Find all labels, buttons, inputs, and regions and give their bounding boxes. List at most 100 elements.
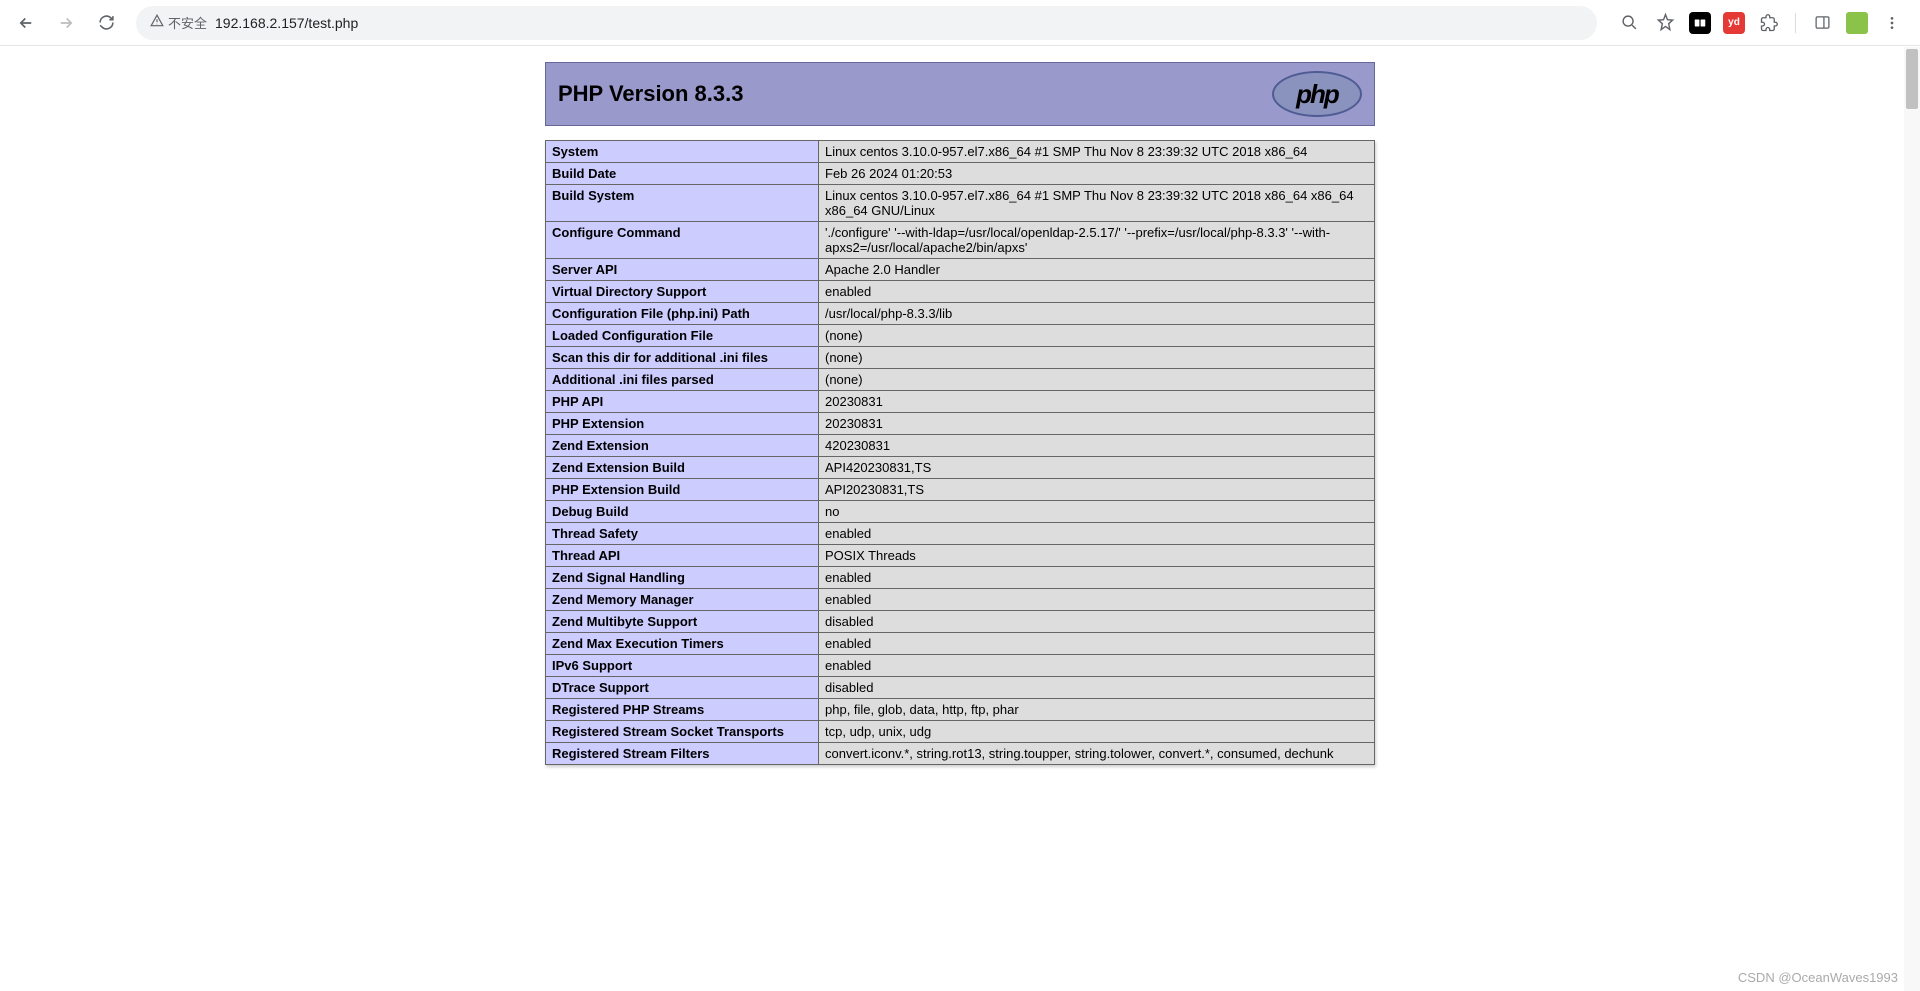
toolbar-divider: [1795, 13, 1796, 33]
table-row: Zend Multibyte Supportdisabled: [546, 611, 1375, 633]
row-label: PHP Extension Build: [546, 479, 819, 501]
table-row: Registered Stream Socket Transportstcp, …: [546, 721, 1375, 743]
row-value: API420230831,TS: [819, 457, 1375, 479]
scrollbar-thumb[interactable]: [1906, 49, 1918, 109]
table-row: Loaded Configuration File(none): [546, 325, 1375, 347]
row-value: Linux centos 3.10.0-957.el7.x86_64 #1 SM…: [819, 141, 1375, 163]
warning-icon: [150, 14, 164, 31]
toolbar-right: yd: [1611, 11, 1910, 35]
row-label: Build System: [546, 185, 819, 222]
table-row: Registered Stream Filtersconvert.iconv.*…: [546, 743, 1375, 765]
row-label: Zend Signal Handling: [546, 567, 819, 589]
php-logo-text: php: [1296, 79, 1338, 110]
row-label: Configure Command: [546, 222, 819, 259]
url-text: 192.168.2.157/test.php: [215, 15, 358, 31]
table-row: Scan this dir for additional .ini files(…: [546, 347, 1375, 369]
row-label: Virtual Directory Support: [546, 281, 819, 303]
security-label: 不安全: [168, 13, 207, 32]
row-label: Zend Max Execution Timers: [546, 633, 819, 655]
row-label: PHP API: [546, 391, 819, 413]
table-row: Thread APIPOSIX Threads: [546, 545, 1375, 567]
table-row: Zend Extension420230831: [546, 435, 1375, 457]
row-value: (none): [819, 369, 1375, 391]
security-badge[interactable]: 不安全: [150, 13, 207, 32]
row-label: Zend Memory Manager: [546, 589, 819, 611]
table-row: PHP API20230831: [546, 391, 1375, 413]
table-row: Zend Signal Handlingenabled: [546, 567, 1375, 589]
watermark: CSDN @OceanWaves1993: [1738, 970, 1898, 985]
row-value: /usr/local/php-8.3.3/lib: [819, 303, 1375, 325]
extensions-icon[interactable]: [1757, 11, 1781, 35]
row-label: Registered Stream Filters: [546, 743, 819, 765]
row-value: convert.iconv.*, string.rot13, string.to…: [819, 743, 1375, 765]
row-label: Loaded Configuration File: [546, 325, 819, 347]
row-value: enabled: [819, 589, 1375, 611]
table-row: IPv6 Supportenabled: [546, 655, 1375, 677]
table-row: Registered PHP Streamsphp, file, glob, d…: [546, 699, 1375, 721]
extension-icon-2[interactable]: yd: [1723, 12, 1745, 34]
table-row: Zend Memory Managerenabled: [546, 589, 1375, 611]
zoom-icon[interactable]: [1617, 11, 1641, 35]
row-label: Scan this dir for additional .ini files: [546, 347, 819, 369]
row-label: Additional .ini files parsed: [546, 369, 819, 391]
table-row: Debug Buildno: [546, 501, 1375, 523]
row-label: Registered PHP Streams: [546, 699, 819, 721]
row-label: Build Date: [546, 163, 819, 185]
bookmark-icon[interactable]: [1653, 11, 1677, 35]
row-value: enabled: [819, 655, 1375, 677]
sidepanel-icon[interactable]: [1810, 11, 1834, 35]
row-value: enabled: [819, 523, 1375, 545]
row-value: enabled: [819, 633, 1375, 655]
url-bar[interactable]: 不安全 192.168.2.157/test.php: [136, 6, 1597, 40]
row-label: Configuration File (php.ini) Path: [546, 303, 819, 325]
row-value: 20230831: [819, 413, 1375, 435]
row-value: enabled: [819, 281, 1375, 303]
row-label: Zend Multibyte Support: [546, 611, 819, 633]
row-value: disabled: [819, 611, 1375, 633]
table-row: Configuration File (php.ini) Path/usr/lo…: [546, 303, 1375, 325]
scrollbar-track[interactable]: [1904, 47, 1920, 991]
table-row: DTrace Supportdisabled: [546, 677, 1375, 699]
row-label: DTrace Support: [546, 677, 819, 699]
profile-avatar[interactable]: [1846, 12, 1868, 34]
table-row: Zend Max Execution Timersenabled: [546, 633, 1375, 655]
row-value: no: [819, 501, 1375, 523]
row-value: (none): [819, 325, 1375, 347]
row-label: System: [546, 141, 819, 163]
row-value: enabled: [819, 567, 1375, 589]
row-label: Thread Safety: [546, 523, 819, 545]
row-value: './configure' '--with-ldap=/usr/local/op…: [819, 222, 1375, 259]
table-row: Virtual Directory Supportenabled: [546, 281, 1375, 303]
browser-toolbar: 不安全 192.168.2.157/test.php yd: [0, 0, 1920, 46]
row-value: Apache 2.0 Handler: [819, 259, 1375, 281]
row-label: Server API: [546, 259, 819, 281]
extension-icon-1[interactable]: [1689, 12, 1711, 34]
table-row: PHP Extension20230831: [546, 413, 1375, 435]
phpinfo-header: PHP Version 8.3.3 php: [545, 62, 1375, 126]
page-content: PHP Version 8.3.3 php SystemLinux centos…: [0, 46, 1920, 795]
table-row: Additional .ini files parsed(none): [546, 369, 1375, 391]
row-value: 420230831: [819, 435, 1375, 457]
row-value: disabled: [819, 677, 1375, 699]
phpinfo-table: SystemLinux centos 3.10.0-957.el7.x86_64…: [545, 140, 1375, 765]
row-value: (none): [819, 347, 1375, 369]
table-row: PHP Extension BuildAPI20230831,TS: [546, 479, 1375, 501]
page-title: PHP Version 8.3.3: [558, 81, 743, 107]
row-value: 20230831: [819, 391, 1375, 413]
row-label: Zend Extension: [546, 435, 819, 457]
reload-button[interactable]: [90, 7, 122, 39]
row-value: php, file, glob, data, http, ftp, phar: [819, 699, 1375, 721]
back-button[interactable]: [10, 7, 42, 39]
menu-icon[interactable]: [1880, 11, 1904, 35]
row-label: Debug Build: [546, 501, 819, 523]
row-value: POSIX Threads: [819, 545, 1375, 567]
table-row: SystemLinux centos 3.10.0-957.el7.x86_64…: [546, 141, 1375, 163]
table-row: Zend Extension BuildAPI420230831,TS: [546, 457, 1375, 479]
row-value: API20230831,TS: [819, 479, 1375, 501]
row-label: Thread API: [546, 545, 819, 567]
forward-button[interactable]: [50, 7, 82, 39]
table-row: Build DateFeb 26 2024 01:20:53: [546, 163, 1375, 185]
row-label: Zend Extension Build: [546, 457, 819, 479]
php-logo: php: [1272, 71, 1362, 117]
row-label: Registered Stream Socket Transports: [546, 721, 819, 743]
